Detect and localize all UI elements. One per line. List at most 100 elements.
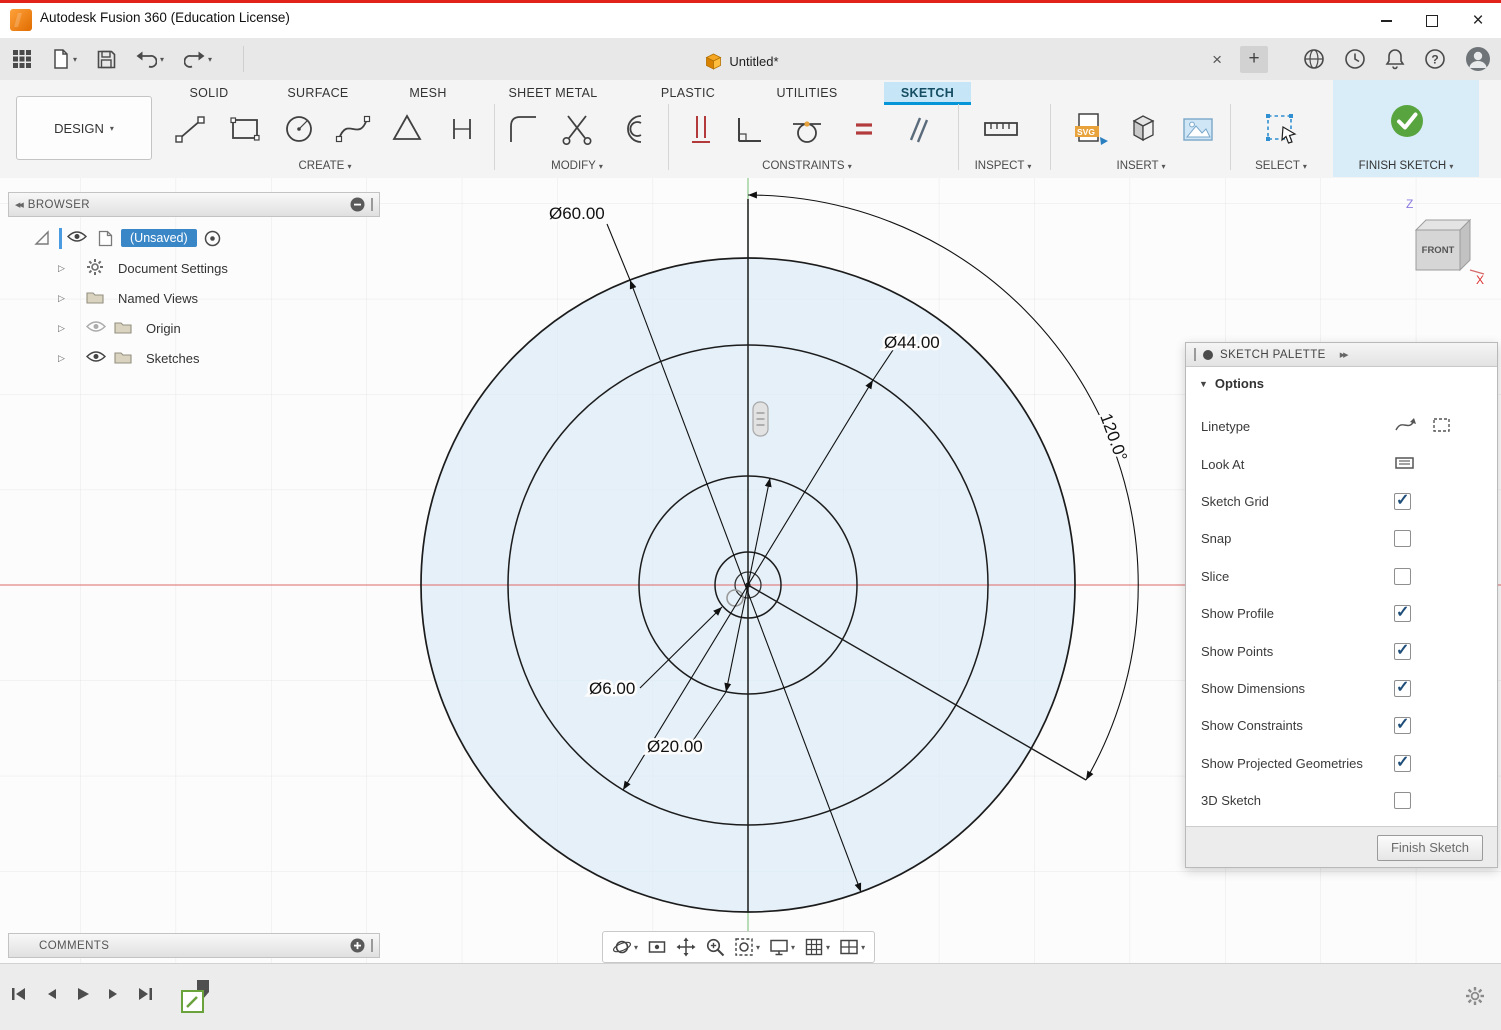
- inspect-group-dropdown[interactable]: INSPECT: [923, 160, 1083, 172]
- expand-caret-icon[interactable]: ▷: [58, 353, 70, 364]
- linetype-construction-button[interactable]: [1432, 416, 1452, 437]
- insert-svg-button[interactable]: SVG: [1068, 106, 1112, 152]
- slot-tool-button[interactable]: [440, 106, 484, 152]
- pan-button[interactable]: [676, 937, 696, 957]
- show-projected-geometries-checkbox[interactable]: [1394, 755, 1411, 772]
- visibility-toggle[interactable]: [86, 350, 106, 366]
- timeline-settings-button[interactable]: [1465, 986, 1485, 1011]
- profile-button[interactable]: [1465, 46, 1491, 72]
- insert-mesh-button[interactable]: [1121, 106, 1165, 152]
- app-grid-button[interactable]: [8, 45, 36, 73]
- browser-item-document-settings[interactable]: ▷ Document Settings: [8, 253, 380, 283]
- insert-group-dropdown[interactable]: INSERT: [1061, 160, 1221, 172]
- step-back-button[interactable]: [43, 986, 59, 1007]
- tangent-constraint-button[interactable]: [785, 106, 829, 152]
- go-to-end-button[interactable]: [136, 986, 154, 1007]
- help-button[interactable]: ?: [1424, 48, 1446, 70]
- undo-button[interactable]: [132, 46, 168, 72]
- viewports-button[interactable]: [839, 937, 865, 957]
- show-constraints-checkbox[interactable]: [1394, 717, 1411, 734]
- visibility-toggle[interactable]: [86, 320, 106, 336]
- ribbon-tab-solid[interactable]: SOLID: [186, 82, 232, 104]
- view-cube[interactable]: Z FRONT X: [1392, 192, 1497, 292]
- constraints-group-dropdown[interactable]: CONSTRAINTS: [727, 160, 887, 172]
- ribbon-tab-sketch[interactable]: SKETCH: [884, 82, 971, 105]
- finish-sketch-button[interactable]: FINISH SKETCH: [1333, 80, 1479, 177]
- workspace-selector[interactable]: DESIGN: [16, 96, 152, 160]
- job-status-button[interactable]: [1344, 48, 1366, 70]
- spline-tool-button[interactable]: [331, 106, 375, 152]
- dim-d60-label[interactable]: Ø60.00: [549, 204, 605, 223]
- orbit-button[interactable]: [612, 937, 638, 957]
- dim-d44-label[interactable]: Ø44.00: [884, 333, 940, 352]
- panel-grip[interactable]: [1194, 348, 1196, 361]
- line-tool-button[interactable]: [169, 106, 213, 152]
- expand-caret-icon[interactable]: ▷: [58, 263, 70, 274]
- panel-grip[interactable]: [371, 198, 373, 211]
- perpendicular-constraint-button[interactable]: [727, 106, 771, 152]
- notifications-button[interactable]: [1385, 48, 1405, 70]
- display-settings-button[interactable]: [769, 937, 795, 957]
- browser-header[interactable]: ◀◀ BROWSER: [8, 192, 380, 217]
- go-to-start-button[interactable]: [10, 986, 28, 1007]
- show-points-checkbox[interactable]: [1394, 643, 1411, 660]
- timeline-sketch-feature[interactable]: [180, 979, 212, 1022]
- step-forward-button[interactable]: [105, 986, 121, 1007]
- select-tool-button[interactable]: [1259, 106, 1303, 152]
- ribbon-tab-mesh[interactable]: MESH: [403, 82, 453, 104]
- ribbon-tab-surface[interactable]: SURFACE: [282, 82, 354, 104]
- browser-root-row[interactable]: (Unsaved): [8, 223, 380, 253]
- circle-tool-button[interactable]: [277, 106, 321, 152]
- ribbon-tab-utilities[interactable]: UTILITIES: [768, 82, 846, 104]
- fillet-tool-button[interactable]: [501, 106, 545, 152]
- dim-d6-label[interactable]: Ø6.00: [589, 679, 635, 698]
- show-profile-checkbox[interactable]: [1394, 605, 1411, 622]
- snap-checkbox[interactable]: [1394, 530, 1411, 547]
- palette-finish-sketch-button[interactable]: Finish Sketch: [1377, 835, 1483, 861]
- create-group-dropdown[interactable]: CREATE: [245, 160, 405, 172]
- new-tab-button[interactable]: +: [1240, 46, 1268, 73]
- insert-canvas-button[interactable]: [1176, 106, 1220, 152]
- palette-header[interactable]: SKETCH PALETTE ▶▶: [1186, 343, 1497, 367]
- comments-header[interactable]: COMMENTS: [8, 933, 380, 958]
- minimize-button[interactable]: [1363, 3, 1409, 38]
- vertical-constraint-button[interactable]: [679, 106, 723, 152]
- file-menu-button[interactable]: [48, 45, 81, 73]
- look-at-button[interactable]: [647, 937, 667, 957]
- trim-tool-button[interactable]: [555, 106, 599, 152]
- equal-constraint-button[interactable]: [842, 106, 886, 152]
- fit-button[interactable]: [734, 937, 760, 957]
- show-dimensions-checkbox[interactable]: [1394, 680, 1411, 697]
- redo-button[interactable]: [180, 46, 216, 72]
- root-document-label[interactable]: (Unsaved): [121, 229, 197, 247]
- ribbon-tab-plastic[interactable]: PLASTIC: [655, 82, 721, 104]
- measure-tool-button[interactable]: [979, 106, 1023, 152]
- look-at-button[interactable]: [1394, 455, 1416, 474]
- slice-checkbox[interactable]: [1394, 568, 1411, 585]
- expand-circle-icon[interactable]: [350, 938, 365, 953]
- activate-radio-icon[interactable]: [204, 230, 221, 247]
- browser-item-origin[interactable]: ▷ Origin: [8, 313, 380, 343]
- browser-item-named-views[interactable]: ▷ Named Views: [8, 283, 380, 313]
- dim-d20-label[interactable]: Ø20.00: [647, 737, 703, 756]
- browser-item-sketches[interactable]: ▷ Sketches: [8, 343, 380, 373]
- save-button[interactable]: [93, 46, 120, 73]
- maximize-button[interactable]: [1409, 3, 1455, 38]
- visibility-toggle[interactable]: [67, 230, 87, 246]
- collapse-circle-icon[interactable]: [350, 197, 365, 212]
- options-section-header[interactable]: ▼ Options: [1199, 376, 1264, 391]
- offset-tool-button[interactable]: [612, 106, 656, 152]
- polygon-tool-button[interactable]: [385, 106, 429, 152]
- panel-grip[interactable]: [371, 939, 373, 952]
- 3d-sketch-checkbox[interactable]: [1394, 792, 1411, 809]
- tab-close-button[interactable]: ×: [1208, 50, 1226, 70]
- close-button[interactable]: ×: [1455, 3, 1501, 38]
- zoom-button[interactable]: [705, 937, 725, 957]
- play-button[interactable]: [74, 986, 90, 1007]
- grid-settings-button[interactable]: [804, 937, 830, 957]
- collapse-right-icon[interactable]: ▶▶: [1340, 351, 1347, 359]
- sketch-grid-checkbox[interactable]: [1394, 493, 1411, 510]
- modify-group-dropdown[interactable]: MODIFY: [497, 160, 657, 172]
- ribbon-tab-sheet-metal[interactable]: SHEET METAL: [498, 82, 608, 104]
- rectangle-tool-button[interactable]: [223, 106, 267, 152]
